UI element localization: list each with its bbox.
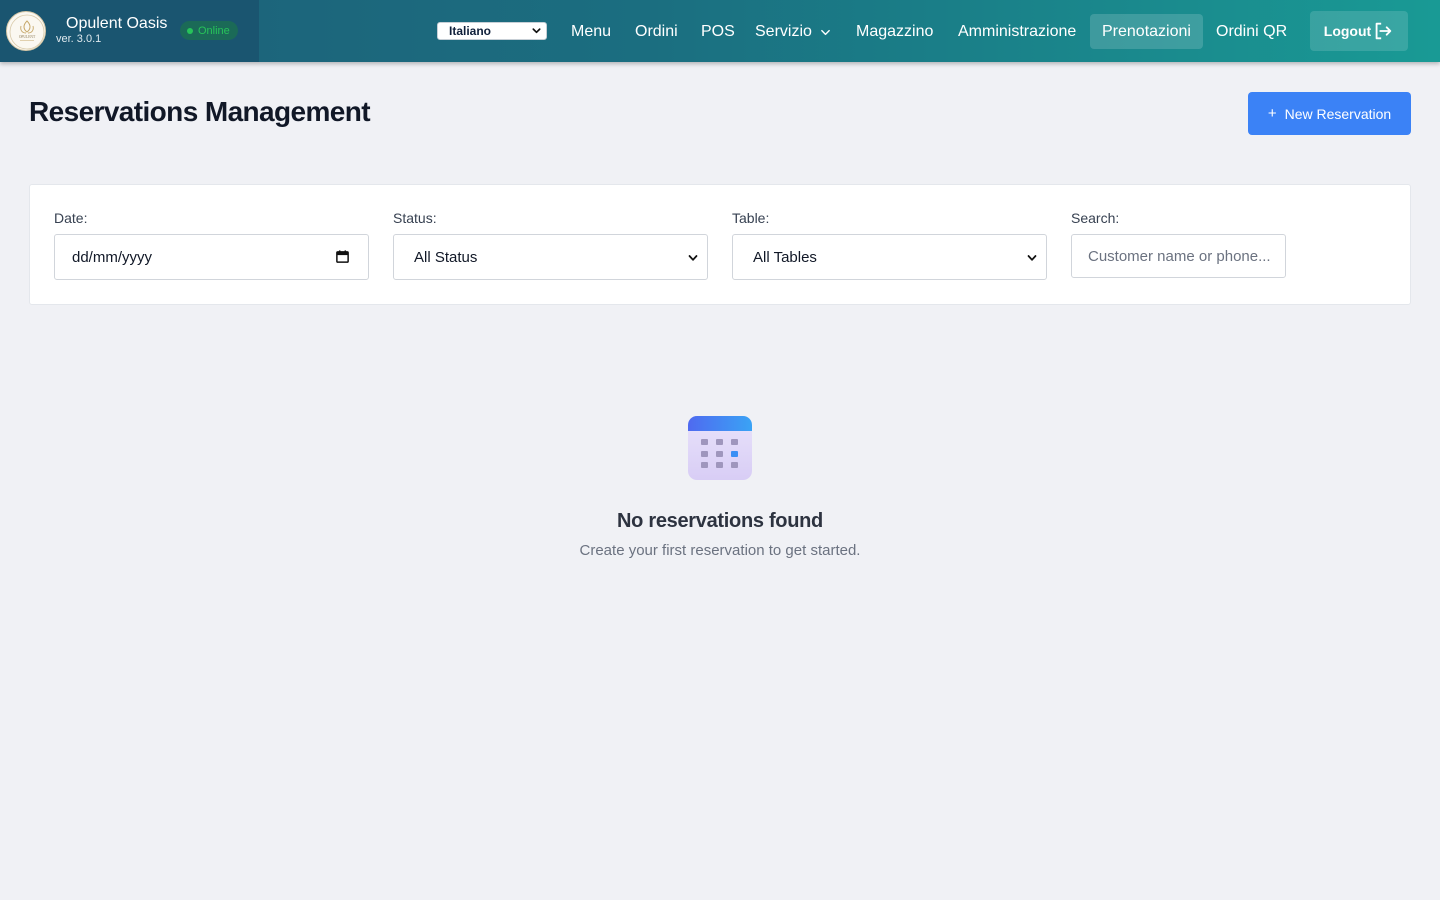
logout-button[interactable]: Logout: [1310, 11, 1408, 51]
nav-item-menu[interactable]: Menu: [571, 14, 611, 49]
page-title: Reservations Management: [29, 96, 371, 127]
connection-status-label: Online: [198, 24, 230, 37]
language-select[interactable]: Italiano: [437, 22, 547, 40]
status-select[interactable]: All Status: [393, 234, 708, 280]
app-version: ver. 3.0.1: [56, 33, 102, 45]
filters-panel: Date: dd/mm/yyyy Status: All Status Tabl…: [29, 184, 1411, 305]
nav-item-label: Menu: [571, 22, 612, 40]
status-select-value: All Status: [414, 248, 478, 266]
calendar-icon[interactable]: [335, 249, 350, 264]
nav-item-magazzino[interactable]: Magazzino: [856, 14, 933, 49]
status-filter-label: Status:: [393, 210, 437, 226]
logo-emblem-icon: OPULENT: [9, 14, 45, 50]
nav-item-label: POS: [701, 22, 735, 40]
nav-item-prenotazioni[interactable]: Prenotazioni: [1090, 14, 1203, 49]
nav-item-pos[interactable]: POS: [701, 14, 735, 49]
table-select[interactable]: All Tables: [732, 234, 1047, 280]
logout-button-label: Logout: [1323, 23, 1372, 39]
logo-wordmark: OPULENT: [19, 35, 36, 39]
logout-icon: [1375, 22, 1392, 40]
search-filter-label: Search:: [1071, 210, 1120, 226]
nav-item-label: Ordini QR: [1216, 22, 1288, 40]
connection-status-badge: Online: [180, 21, 238, 40]
top-navbar: OPULENT Opulent Oasis ver. 3.0.1 Online …: [0, 0, 1440, 62]
nav-item-servizio[interactable]: Servizio: [755, 14, 831, 49]
chevron-down-icon: [532, 28, 541, 34]
customer-search-input[interactable]: [1071, 234, 1286, 278]
brand-logo[interactable]: OPULENT: [6, 11, 46, 51]
calendar-icon: [688, 416, 752, 480]
table-filter-label: Table:: [732, 210, 770, 226]
nav-item-ordini-qr[interactable]: Ordini QR: [1216, 14, 1287, 49]
empty-state-title: No reservations found: [617, 510, 823, 532]
empty-state-subtitle: Create your first reservation to get sta…: [579, 542, 861, 559]
chevron-down-icon: [821, 29, 830, 35]
date-input[interactable]: dd/mm/yyyy: [54, 234, 369, 280]
nav-item-label: Ordini: [635, 22, 678, 40]
nav-item-label: Amministrazione: [958, 22, 1077, 40]
nav-item-label: Servizio: [755, 22, 812, 40]
app-name: Opulent Oasis: [66, 15, 168, 32]
plus-icon: +: [1267, 104, 1277, 122]
chevron-down-icon: [688, 255, 698, 261]
nav-item-label: Magazzino: [856, 22, 934, 40]
language-select-value: Italiano: [449, 24, 492, 38]
nav-item-label: Prenotazioni: [1102, 22, 1191, 40]
status-dot-icon: [187, 27, 193, 34]
date-filter-label: Date:: [54, 210, 88, 226]
new-reservation-label: New Reservation: [1284, 105, 1392, 122]
date-input-value: dd/mm/yyyy: [72, 248, 153, 266]
new-reservation-button[interactable]: + New Reservation: [1248, 92, 1411, 135]
table-select-value: All Tables: [753, 248, 817, 266]
chevron-down-icon: [1027, 255, 1037, 261]
nav-item-ordini[interactable]: Ordini: [635, 14, 678, 49]
nav-item-amministrazione[interactable]: Amministrazione: [958, 14, 1076, 49]
brand-block: OPULENT Opulent Oasis ver. 3.0.1 Online: [0, 0, 259, 62]
